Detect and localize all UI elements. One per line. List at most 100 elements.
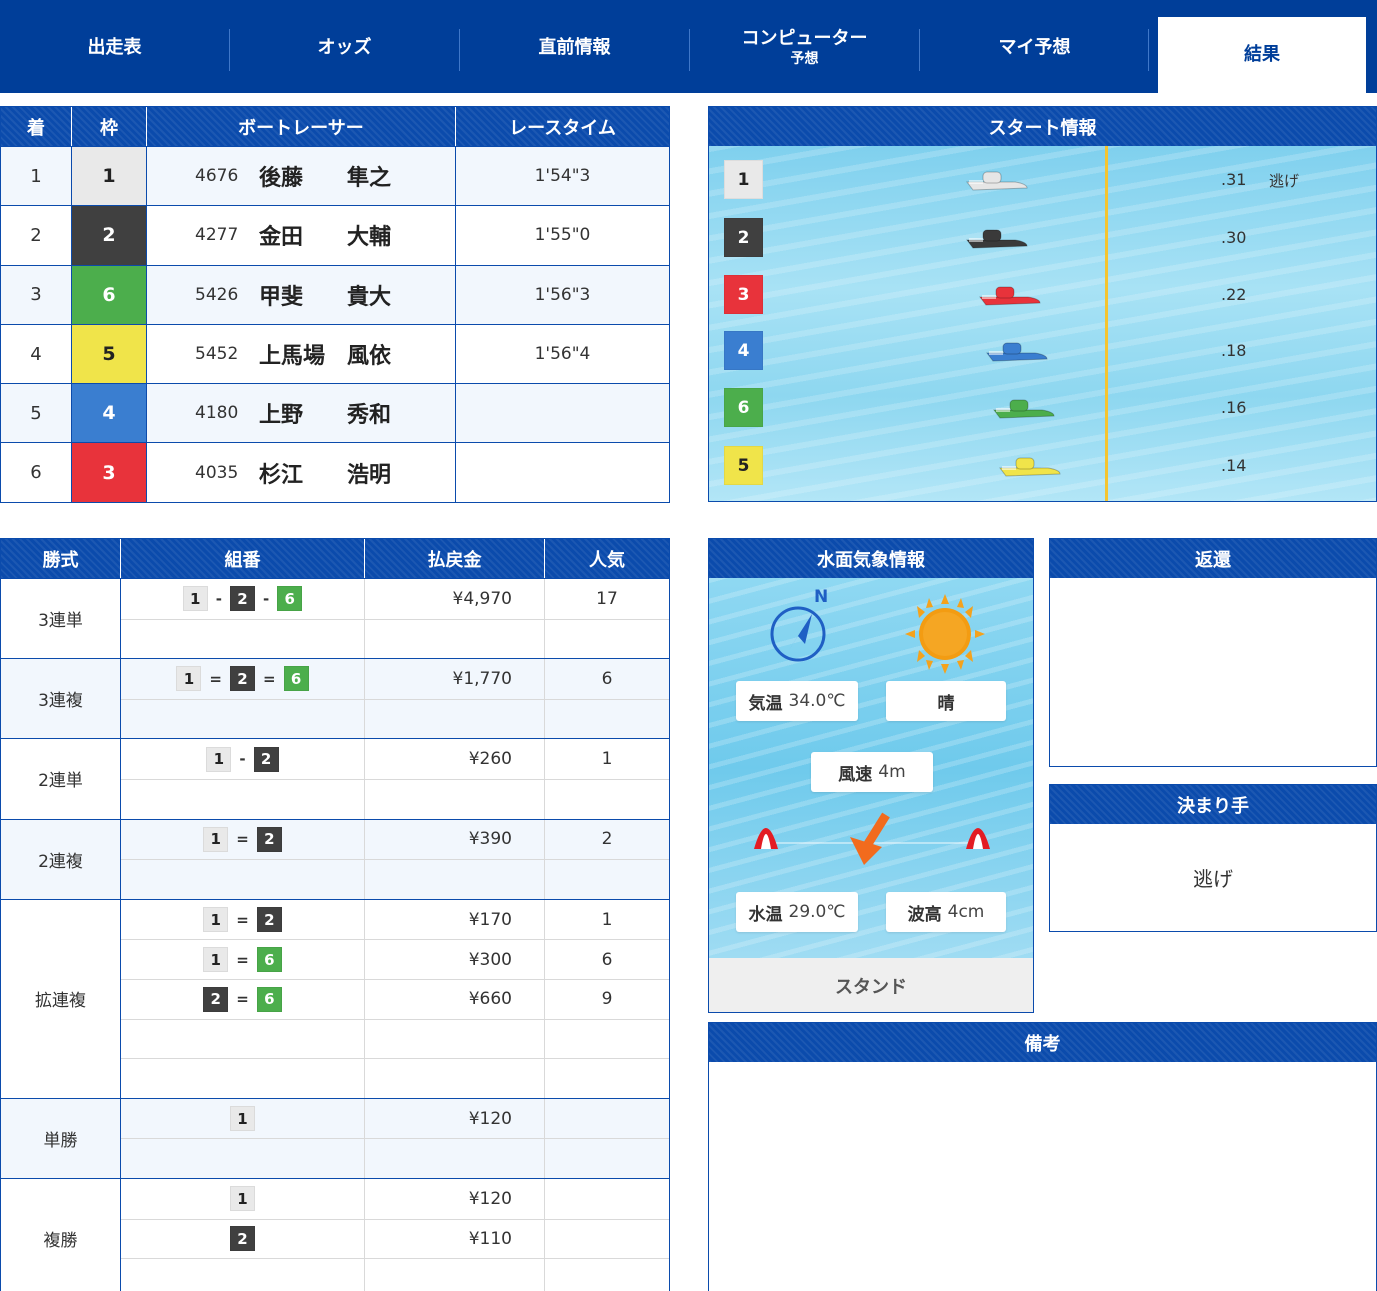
- payout-amount: [365, 699, 545, 739]
- racer-id: 5426: [195, 284, 239, 305]
- combination-cell: [121, 1019, 365, 1059]
- air-temperature: 気温 34.0℃: [736, 681, 858, 721]
- boat-number-chip: 6: [283, 666, 309, 692]
- racer-name-link[interactable]: 上野 秀和: [259, 397, 391, 429]
- payout-line: 1 = 6 ¥300 6: [121, 939, 669, 979]
- boat-number-chip: 1: [203, 947, 229, 973]
- race-time-cell: 1'55"0: [534, 225, 591, 246]
- tab-odds[interactable]: オッズ: [230, 17, 459, 79]
- boat-icon: [966, 229, 1028, 249]
- tab-results[interactable]: 結果: [1158, 17, 1366, 93]
- payout-amount: ¥300: [365, 940, 545, 979]
- bet-type: 拡連複: [1, 899, 121, 1098]
- lane-badge: 4: [724, 331, 763, 370]
- refund-title: 返還: [1050, 539, 1376, 578]
- boat-number-chip: 2: [230, 586, 255, 612]
- result-rows: 1 1 4676 後藤 隼之 1'54"3 2 2 4277 金田 大輔 1'55"0 3 6 5426…: [1, 146, 669, 502]
- header-rank: 着: [1, 107, 72, 146]
- combination-cell: [121, 1259, 365, 1291]
- popularity: [545, 860, 669, 899]
- tab-label: 直前情報: [538, 36, 611, 58]
- bet-type: 3連複: [1, 659, 121, 739]
- payout-line: 1-2 ¥260 1: [121, 739, 669, 779]
- start-timing: .31: [1221, 170, 1247, 189]
- combination-cell: 1 = 2: [121, 899, 365, 940]
- boat-number-chip: 2: [230, 666, 255, 692]
- compass-needle: [789, 614, 812, 650]
- racer-name-link[interactable]: 甲斐 貴大: [259, 279, 391, 311]
- start-timing: .22: [1221, 285, 1247, 304]
- start-row: 6.16: [709, 388, 1376, 428]
- racer-name-link[interactable]: 金田 大輔: [259, 219, 391, 251]
- frame-badge: 4: [72, 384, 147, 443]
- racer-id: 5452: [195, 344, 239, 365]
- boat-number-chip: 2: [203, 986, 229, 1012]
- payout-line: 1 ¥120: [121, 1098, 669, 1139]
- payout-line: 1 ¥120: [121, 1178, 669, 1219]
- start-row: 3.22: [709, 275, 1376, 315]
- boat-number-chip: 2: [253, 746, 279, 772]
- popularity: [545, 1179, 669, 1219]
- payout-amount: [365, 619, 545, 659]
- racer-name-link[interactable]: 後藤 隼之: [259, 160, 391, 192]
- start-timing: .30: [1221, 228, 1247, 247]
- combination-cell: [121, 860, 365, 899]
- result-table: 着 枠 ボートレーサー レースタイム 1 1 4676 後藤 隼之 1'54"3 2 2 42…: [0, 106, 670, 503]
- tab-entry-list[interactable]: 出走表: [0, 17, 229, 79]
- tab-pre-race-info[interactable]: 直前情報: [460, 17, 689, 79]
- combination-cell: [121, 1059, 365, 1098]
- comb-separator: =: [236, 830, 249, 849]
- payout-line: [121, 1018, 669, 1059]
- boat-icon: [993, 399, 1055, 419]
- bet-type: 2連単: [1, 739, 121, 819]
- lane-badge: 6: [724, 388, 763, 427]
- wind-speed-value: 4m: [878, 762, 906, 782]
- popularity: [545, 1139, 669, 1178]
- payout-line: [121, 698, 669, 739]
- racer-cell: 5452 上馬場 風依: [147, 324, 456, 384]
- tab-my-prediction[interactable]: マイ予想: [920, 17, 1149, 79]
- boat-number-chip: 6: [256, 947, 282, 973]
- header-racer: ボートレーサー: [147, 107, 456, 146]
- racer-name-link[interactable]: 杉江 浩明: [259, 457, 391, 489]
- combination-cell: 1: [121, 1178, 365, 1219]
- payout-line: [121, 1138, 669, 1178]
- frame-badge: 5: [72, 324, 147, 384]
- racer-id: 4676: [195, 166, 239, 187]
- wave-height: 波高 4cm: [886, 892, 1006, 932]
- weather-panel: 水面気象情報 N 気温 34.0℃ 晴 風速 4m 水温 29.0℃ 波高 4c…: [708, 538, 1034, 1013]
- racer-name-link[interactable]: 上馬場 風依: [259, 338, 391, 370]
- racer-cell: 4676 後藤 隼之: [147, 147, 456, 206]
- race-time-cell: [456, 443, 669, 501]
- race-time-cell: 1'56"3: [534, 284, 591, 305]
- payout-lines: 1 ¥120: [121, 1098, 669, 1178]
- tab-sublabel: 予想: [790, 50, 819, 67]
- header-race-time: レースタイム: [456, 107, 669, 146]
- wind-arrow-icon: [850, 812, 890, 865]
- payout-line: [121, 859, 669, 899]
- popularity: 9: [601, 989, 613, 1010]
- result-row: 6 3 4035 杉江 浩明: [1, 442, 669, 502]
- racer-id: 4180: [195, 403, 239, 424]
- tab-computer-prediction[interactable]: コンピューター 予想: [690, 17, 919, 79]
- payout-amount: ¥120: [365, 1178, 545, 1219]
- comb-separator: -: [263, 589, 270, 608]
- payout-group: 単勝 1 ¥120: [1, 1097, 669, 1178]
- race-nav: 出走表 オッズ 直前情報 コンピューター 予想 マイ予想 結果: [0, 0, 1377, 93]
- water-temperature: 水温 29.0℃: [736, 892, 858, 932]
- combination-cell: 1-2-6: [121, 579, 365, 619]
- popularity: [545, 620, 669, 659]
- combination-cell: 1 = 6: [121, 940, 365, 979]
- compass-ring: [770, 606, 826, 662]
- result-row: 5 4 4180 上野 秀和: [1, 383, 669, 443]
- boat-number-chip: 1: [176, 666, 202, 692]
- nav-divider: [1148, 29, 1149, 71]
- combination-cell: [121, 1139, 365, 1178]
- payout-amount: ¥110: [365, 1219, 545, 1259]
- popularity: 6: [601, 949, 613, 970]
- bet-type: 2連複: [1, 819, 121, 899]
- tab-label: 結果: [1244, 43, 1280, 65]
- payout-group: 3連単 1-2-6 ¥4,970 17: [1, 578, 669, 659]
- wind-speed-label: 風速: [838, 764, 873, 785]
- payout-lines: 1-2-6 ¥4,970 17: [121, 579, 669, 659]
